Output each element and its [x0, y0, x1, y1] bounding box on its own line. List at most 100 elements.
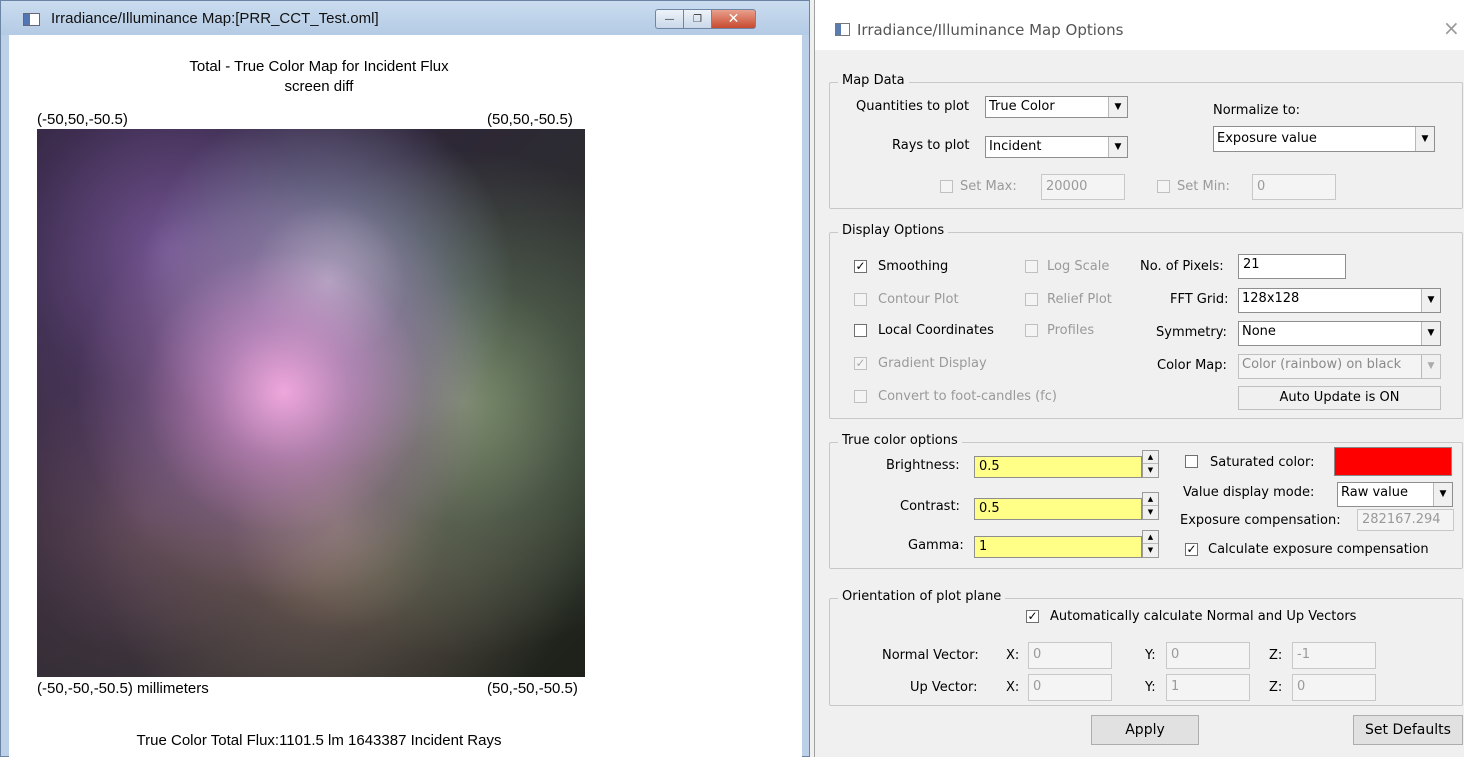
- profiles-label: Profiles: [1047, 323, 1095, 338]
- quantities-select[interactable]: True Color ▼: [985, 96, 1128, 118]
- normal-z-field[interactable]: -1: [1292, 642, 1376, 669]
- normalize-select[interactable]: Exposure value ▼: [1213, 126, 1435, 152]
- log-scale-checkbox[interactable]: [1025, 260, 1038, 273]
- corner-label-top-right: (50,50,-50.5): [487, 111, 573, 128]
- auto-calc-vectors-label: Automatically calculate Normal and Up Ve…: [1050, 609, 1357, 624]
- gamma-spinner[interactable]: ▲ ▼: [1142, 530, 1159, 558]
- contrast-label: Contrast:: [900, 499, 960, 514]
- saturated-color-swatch[interactable]: [1334, 447, 1452, 476]
- gradient-display-checkbox[interactable]: ✓: [854, 357, 867, 370]
- chevron-down-icon: ▼: [1108, 137, 1127, 157]
- local-coordinates-checkbox[interactable]: [854, 324, 867, 337]
- contour-plot-checkbox[interactable]: [854, 293, 867, 306]
- map-data-group: Map Data Quantities to plot True Color ▼…: [829, 73, 1463, 209]
- set-max-field[interactable]: 20000: [1041, 174, 1125, 200]
- symmetry-select[interactable]: None ▼: [1238, 321, 1441, 346]
- corner-label-bottom-right: (50,-50,-50.5): [487, 680, 578, 697]
- spin-up-icon[interactable]: ▲: [1143, 451, 1158, 464]
- auto-update-status: Auto Update is ON: [1238, 386, 1441, 410]
- contrast-spinner[interactable]: ▲ ▼: [1142, 492, 1159, 520]
- fft-grid-label: FFT Grid:: [1170, 292, 1229, 307]
- exposure-compensation-field[interactable]: 282167.294: [1357, 509, 1454, 531]
- symmetry-value: None: [1242, 324, 1276, 339]
- brightness-spinner[interactable]: ▲ ▼: [1142, 450, 1159, 478]
- convert-fc-checkbox[interactable]: [854, 390, 867, 403]
- orientation-group: Orientation of plot plane ✓ Automaticall…: [829, 589, 1463, 706]
- set-defaults-button[interactable]: Set Defaults: [1353, 715, 1463, 745]
- close-icon: ✕: [727, 11, 740, 27]
- value-display-mode-value: Raw value: [1341, 485, 1408, 500]
- color-map-select[interactable]: Color (rainbow) on black ▼: [1238, 354, 1441, 379]
- up-z-field[interactable]: 0: [1292, 674, 1376, 701]
- fft-grid-select[interactable]: 128x128 ▼: [1238, 288, 1441, 313]
- gamma-field[interactable]: 1: [974, 536, 1142, 558]
- brightness-field[interactable]: 0.5: [974, 456, 1142, 478]
- chevron-down-icon: ▼: [1108, 97, 1127, 117]
- map-data-legend: Map Data: [838, 73, 909, 88]
- rays-value: Incident: [989, 139, 1042, 154]
- gamma-label: Gamma:: [908, 538, 964, 553]
- normal-x-label: X:: [1006, 648, 1020, 663]
- value-display-mode-select[interactable]: Raw value ▼: [1337, 482, 1453, 507]
- caption-buttons: — ❐ ✕: [655, 9, 756, 30]
- convert-fc-label: Convert to foot-candles (fc): [878, 389, 1057, 404]
- value-display-mode-label: Value display mode:: [1183, 485, 1315, 500]
- up-x-label: X:: [1006, 680, 1020, 695]
- set-min-checkbox[interactable]: [1157, 180, 1170, 193]
- spin-up-icon[interactable]: ▲: [1143, 531, 1158, 544]
- normalize-value: Exposure value: [1217, 131, 1317, 146]
- calc-exposure-checkbox[interactable]: ✓: [1185, 543, 1198, 556]
- dialog-close-button[interactable]: ×: [1443, 16, 1460, 40]
- chevron-down-icon: ▼: [1421, 355, 1440, 378]
- spin-up-icon[interactable]: ▲: [1143, 493, 1158, 506]
- relief-plot-checkbox[interactable]: [1025, 293, 1038, 306]
- normal-y-field[interactable]: 0: [1166, 642, 1250, 669]
- pixels-field[interactable]: 21: [1238, 254, 1346, 279]
- normal-z-label: Z:: [1269, 648, 1283, 663]
- true-color-map-image[interactable]: [37, 129, 585, 677]
- set-min-field[interactable]: 0: [1252, 174, 1336, 200]
- set-max-checkbox[interactable]: [940, 180, 953, 193]
- contrast-field[interactable]: 0.5: [974, 498, 1142, 520]
- dialog-titlebar[interactable]: Irradiance/Illuminance Map Options ×: [815, 0, 1464, 50]
- smoothing-checkbox[interactable]: ✓: [854, 260, 867, 273]
- spin-down-icon[interactable]: ▼: [1143, 464, 1158, 477]
- local-coordinates-label: Local Coordinates: [878, 323, 994, 338]
- normal-y-label: Y:: [1145, 648, 1156, 663]
- quantities-value: True Color: [989, 99, 1055, 114]
- maximize-button[interactable]: ❐: [683, 9, 711, 29]
- apply-button[interactable]: Apply: [1091, 715, 1199, 745]
- corner-label-bottom-left: (-50,-50,-50.5) millimeters: [37, 680, 209, 697]
- spin-down-icon[interactable]: ▼: [1143, 544, 1158, 557]
- display-options-legend: Display Options: [838, 223, 949, 238]
- up-y-label: Y:: [1145, 680, 1156, 695]
- display-options-group: Display Options ✓ Smoothing Log Scale Co…: [829, 223, 1463, 419]
- saturated-color-checkbox[interactable]: [1185, 455, 1198, 468]
- saturated-color-label: Saturated color:: [1210, 455, 1315, 470]
- true-color-legend: True color options: [838, 433, 962, 448]
- auto-calc-vectors-checkbox[interactable]: ✓: [1026, 610, 1039, 623]
- map-window-titlebar[interactable]: Irradiance/Illuminance Map:[PRR_CCT_Test…: [1, 1, 809, 35]
- map-plot-area: Total - True Color Map for Incident Flux…: [9, 35, 802, 757]
- up-vector-label: Up Vector:: [910, 680, 978, 695]
- close-window-button[interactable]: ✕: [711, 9, 756, 29]
- smoothing-label: Smoothing: [878, 259, 949, 274]
- true-color-options-group: True color options Brightness: 0.5 ▲ ▼ C…: [829, 433, 1463, 569]
- dialog-title: Irradiance/Illuminance Map Options: [857, 21, 1124, 39]
- total-flux-summary: True Color Total Flux:1101.5 lm 1643387 …: [136, 732, 502, 749]
- profiles-checkbox[interactable]: [1025, 324, 1038, 337]
- normal-x-field[interactable]: 0: [1028, 642, 1112, 669]
- spin-down-icon[interactable]: ▼: [1143, 506, 1158, 519]
- chevron-down-icon: ▼: [1421, 322, 1440, 345]
- minimize-button[interactable]: —: [655, 9, 683, 29]
- map-options-dialog: Irradiance/Illuminance Map Options × Map…: [814, 0, 1464, 757]
- normalize-label: Normalize to:: [1213, 103, 1301, 118]
- up-y-field[interactable]: 1: [1166, 674, 1250, 701]
- orientation-legend: Orientation of plot plane: [838, 589, 1006, 604]
- corner-label-top-left: (-50,50,-50.5): [37, 111, 128, 128]
- chevron-down-icon: ▼: [1421, 289, 1440, 312]
- map-window: Irradiance/Illuminance Map:[PRR_CCT_Test…: [0, 0, 810, 757]
- plot-subtitle: screen diff: [284, 78, 354, 95]
- up-x-field[interactable]: 0: [1028, 674, 1112, 701]
- rays-select[interactable]: Incident ▼: [985, 136, 1128, 158]
